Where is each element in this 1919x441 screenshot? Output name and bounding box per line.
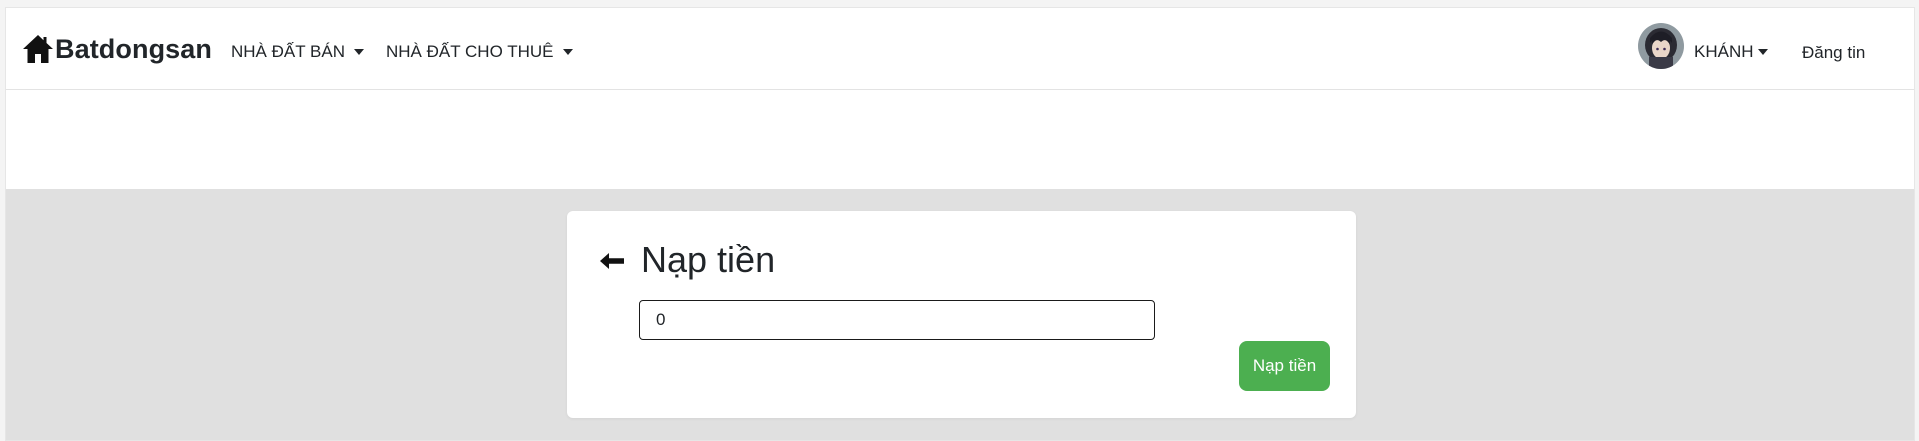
brand-logo-link[interactable]: Batdongsan: [22, 30, 212, 68]
chevron-down-icon: [354, 49, 364, 55]
chevron-down-icon: [1757, 49, 1768, 55]
arrow-left-icon[interactable]: [599, 251, 625, 271]
user-avatar[interactable]: [1638, 23, 1684, 69]
deposit-submit-button[interactable]: Nạp tiền: [1239, 341, 1330, 391]
home-icon: [22, 34, 54, 64]
top-navbar: Batdongsan NHÀ ĐẤT BÁN NHÀ ĐẤT CHO THUÊ: [6, 8, 1914, 90]
amount-input[interactable]: [639, 300, 1155, 340]
menu-nha-dat-ban[interactable]: NHÀ ĐẤT BÁN: [231, 42, 364, 62]
page-title: Nạp tiền: [641, 239, 776, 280]
menu-nha-dat-cho-thue[interactable]: NHÀ ĐẤT CHO THUÊ: [386, 42, 573, 62]
menu-label: NHÀ ĐẤT BÁN: [231, 42, 345, 61]
deposit-card: Nạp tiền Nạp tiền: [567, 211, 1356, 418]
user-name: KHÁNH: [1694, 42, 1754, 61]
chevron-down-icon: [562, 49, 573, 55]
post-listing-link[interactable]: Đăng tin: [1802, 43, 1865, 63]
browser-viewport: Batdongsan NHÀ ĐẤT BÁN NHÀ ĐẤT CHO THUÊ: [5, 7, 1915, 441]
menu-label: NHÀ ĐẤT CHO THUÊ: [386, 42, 554, 61]
user-menu[interactable]: KHÁNH: [1694, 42, 1768, 62]
brand-name: Batdongsan: [55, 33, 213, 64]
